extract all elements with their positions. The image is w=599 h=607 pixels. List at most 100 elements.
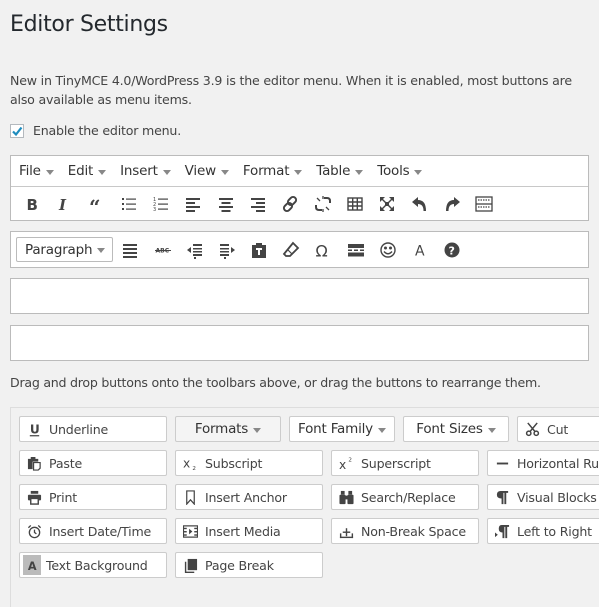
button-label: Insert Media (205, 523, 281, 539)
justify-icon[interactable] (120, 240, 140, 260)
blockquote-icon[interactable]: “ (87, 194, 107, 214)
editor-toolbar-4[interactable] (10, 325, 589, 361)
button-label: Print (49, 489, 77, 505)
cut-icon (524, 421, 540, 437)
align-left-icon[interactable] (183, 194, 203, 214)
button-label: Underline (49, 421, 109, 437)
search-replace-icon (338, 489, 354, 505)
format-select[interactable]: Paragraph (16, 237, 114, 262)
caret-down-icon (220, 169, 229, 175)
svg-text:2: 2 (348, 457, 351, 463)
svg-text:2: 2 (192, 466, 195, 471)
svg-text:A: A (27, 560, 36, 573)
enable-menu-checkbox[interactable] (10, 123, 24, 138)
menu-label: Format (242, 163, 290, 179)
button-label: Paste (49, 455, 82, 471)
menu-view[interactable]: View (185, 163, 229, 179)
print-icon (26, 489, 42, 505)
page-break-icon (182, 557, 198, 573)
button-label: Insert Anchor (205, 489, 287, 505)
button-label: Font Family (298, 421, 373, 437)
anchor-icon (182, 489, 198, 505)
enable-menu-label[interactable]: Enable the editor menu. (33, 123, 181, 138)
menu-format[interactable]: Format (242, 163, 303, 179)
format-select-value: Paragraph (25, 241, 93, 258)
menu-insert[interactable]: Insert (120, 163, 171, 179)
button-label: Cut (547, 421, 569, 437)
insert-media-button[interactable]: Insert Media (175, 518, 323, 544)
formats-dropdown-button[interactable]: Formats (175, 416, 281, 442)
numbered-list-icon[interactable]: 123 (151, 194, 171, 214)
button-label: Search/Replace (361, 489, 456, 505)
search-replace-button[interactable]: Search/Replace (331, 484, 479, 510)
paste-text-icon[interactable] (249, 240, 269, 260)
paste-button[interactable]: Paste (19, 450, 167, 476)
button-label: Subscript (205, 455, 263, 471)
special-character-icon[interactable]: Ω (313, 240, 333, 260)
align-right-icon[interactable] (248, 194, 268, 214)
unlink-icon[interactable] (313, 194, 333, 214)
caret-down-icon (355, 169, 364, 175)
link-icon[interactable] (280, 194, 300, 214)
checkmark-icon (12, 126, 23, 136)
caret-down-icon (162, 169, 171, 175)
print-button[interactable]: Print (19, 484, 167, 510)
media-icon (182, 523, 198, 539)
menu-table[interactable]: Table (316, 163, 364, 179)
horizontal-line-icon[interactable] (346, 240, 366, 260)
button-label: Left to Right (517, 523, 592, 539)
outdent-icon[interactable] (185, 240, 205, 260)
font-sizes-dropdown-button[interactable]: Font Sizes (403, 416, 509, 442)
clear-formatting-icon[interactable] (281, 240, 301, 260)
menu-label: File (19, 163, 41, 179)
insert-anchor-button[interactable]: Insert Anchor (175, 484, 323, 510)
caret-down-icon (98, 169, 107, 175)
page-break-button[interactable]: Page Break (175, 552, 323, 578)
bold-icon[interactable]: B (22, 194, 42, 214)
text-background-button[interactable]: A Text Background (19, 552, 167, 578)
left-to-right-button[interactable]: Left to Right (487, 518, 599, 544)
caret-down-icon (253, 427, 262, 433)
svg-text:A: A (415, 243, 425, 259)
svg-text:“: “ (89, 195, 101, 213)
emoticons-icon[interactable] (378, 240, 398, 260)
svg-text:?: ? (449, 244, 455, 257)
horizontal-rule-button[interactable]: Horizontal Rule (487, 450, 599, 476)
bullet-list-icon[interactable] (119, 194, 139, 214)
help-icon[interactable]: ? (442, 240, 462, 260)
text-background-icon: A (23, 555, 41, 575)
menu-tools[interactable]: Tools (377, 163, 423, 179)
fullscreen-icon[interactable] (377, 194, 397, 214)
visual-blocks-button[interactable]: Visual Blocks (487, 484, 599, 510)
menu-label: Insert (120, 163, 158, 179)
italic-icon[interactable]: I (54, 194, 74, 214)
text-color-icon[interactable]: A (410, 240, 430, 260)
menu-edit[interactable]: Edit (67, 163, 107, 179)
caret-down-icon (414, 169, 423, 175)
subscript-button[interactable]: x2 Subscript (175, 450, 323, 476)
button-label: Horizontal Rule (517, 455, 599, 471)
underline-button[interactable]: U Underline (19, 416, 167, 442)
menu-bar: File Edit Insert View Format Table Tools (11, 156, 588, 187)
undo-icon[interactable] (410, 194, 430, 214)
menu-file[interactable]: File (19, 163, 54, 179)
editor-toolbar-3[interactable] (10, 278, 589, 314)
menu-label: Edit (67, 163, 94, 179)
caret-down-icon (45, 169, 54, 175)
button-label: Non-Break Space (361, 523, 466, 539)
redo-icon[interactable] (442, 194, 462, 214)
indent-icon[interactable] (217, 240, 237, 260)
non-break-space-button[interactable]: Non-Break Space (331, 518, 479, 544)
horizontal-rule-icon (494, 455, 510, 471)
font-family-dropdown-button[interactable]: Font Family (289, 416, 395, 442)
svg-text:U: U (29, 422, 39, 436)
editor-toolbar-2: Paragraph ABC Ω A ? (10, 231, 589, 268)
table-icon[interactable] (345, 194, 365, 214)
toolbar-toggle-icon[interactable] (474, 194, 494, 214)
strikethrough-icon[interactable]: ABC (153, 240, 173, 260)
insert-date-time-button[interactable]: Insert Date/Time (19, 518, 167, 544)
align-center-icon[interactable] (216, 194, 236, 214)
superscript-button[interactable]: x2 Superscript (331, 450, 479, 476)
cut-button[interactable]: Cut (517, 416, 599, 442)
drag-hint: Drag and drop buttons onto the toolbars … (10, 375, 541, 390)
